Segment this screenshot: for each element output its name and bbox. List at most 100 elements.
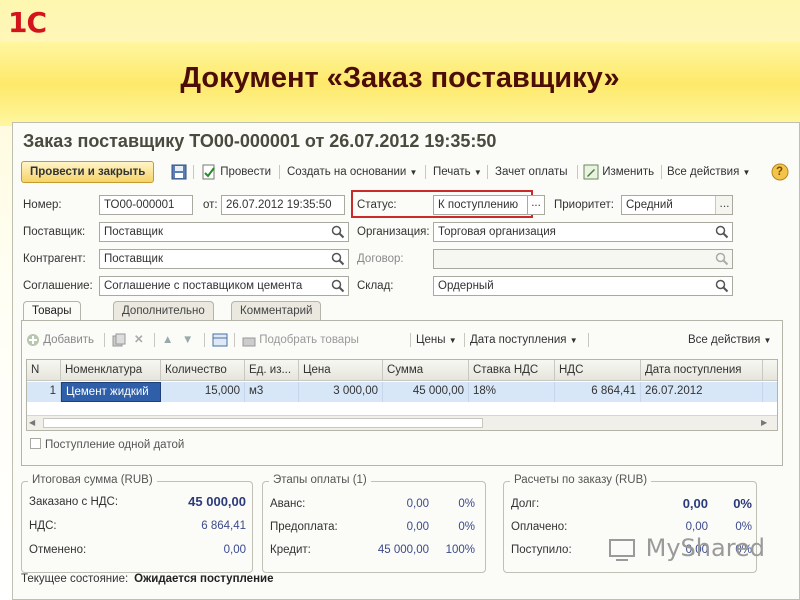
cell-item[interactable]: Цемент жидкий — [61, 382, 161, 402]
copy-row-button[interactable] — [112, 329, 126, 351]
advance-pct: 0% — [458, 498, 475, 510]
debt-amount: 0,00 — [682, 496, 708, 511]
watermark: MyShared — [608, 534, 765, 562]
warehouse-field[interactable]: Ордерный — [433, 276, 733, 296]
priority-label: Приоритет: — [554, 199, 614, 211]
dropdown-arrow-icon: ▼ — [448, 336, 457, 345]
pick-goods-button[interactable]: Подобрать товары — [242, 329, 359, 351]
post-button[interactable]: Провести — [201, 161, 271, 183]
agreement-value: Соглашение с поставщиком цемента — [104, 280, 303, 292]
col-sum[interactable]: Сумма — [383, 360, 469, 381]
ordered-value: 45 000,00 — [188, 494, 246, 509]
horizontal-scrollbar[interactable]: ◀ ▶ — [27, 415, 777, 430]
paid-pct: 0% — [735, 521, 752, 533]
goods-panel: Добавить ✕ ▲ ▼ Подобрать товары Цены ▼ Д… — [21, 320, 783, 466]
priority-field[interactable]: Средний ... — [621, 195, 733, 215]
edit-label: Изменить — [602, 166, 655, 178]
col-unit[interactable]: Ед. из... — [245, 360, 299, 381]
post-and-close-button[interactable]: Провести и закрыть — [21, 161, 155, 183]
col-quantity[interactable]: Количество — [161, 360, 245, 381]
separator — [234, 333, 235, 347]
contract-field[interactable] — [433, 249, 733, 269]
col-vat[interactable]: НДС — [555, 360, 641, 381]
col-n[interactable]: N — [27, 360, 61, 381]
search-icon[interactable] — [331, 279, 345, 293]
advance-amount: 0,00 — [406, 498, 429, 510]
col-price[interactable]: Цена — [299, 360, 383, 381]
goods-table[interactable]: N Номенклатура Количество Ед. из... Цена… — [26, 359, 778, 431]
table-row[interactable]: 1 Цемент жидкий 15,000 м3 3 000,00 45 00… — [27, 382, 777, 402]
tab-additional[interactable]: Дополнительно — [113, 301, 214, 321]
supplier-field[interactable]: Поставщик — [99, 222, 349, 242]
arrow-down-icon: ▼ — [182, 334, 194, 346]
help-glyph: ? — [776, 166, 784, 178]
date-field[interactable]: 26.07.2012 19:35:50 — [221, 195, 345, 215]
all-actions-menu[interactable]: Все действия ▼ — [667, 161, 750, 183]
delete-row-button[interactable]: ✕ — [134, 329, 144, 351]
print-menu[interactable]: Печать ▼ — [433, 161, 482, 183]
tab-comment[interactable]: Комментарий — [231, 301, 322, 321]
floppy-disk-icon — [171, 164, 187, 180]
priority-choose-button[interactable]: ... — [715, 196, 732, 214]
receipt-date-menu[interactable]: Дата поступления ▼ — [470, 329, 578, 351]
separator — [193, 165, 194, 179]
save-button[interactable] — [171, 161, 187, 183]
scroll-left-icon[interactable]: ◀ — [29, 417, 41, 429]
scroll-right-icon[interactable]: ▶ — [761, 417, 773, 429]
col-item[interactable]: Номенклатура — [61, 360, 161, 381]
number-field[interactable]: ТО00-000001 — [99, 195, 193, 215]
single-date-label: Поступление одной датой — [45, 439, 185, 451]
organization-field[interactable]: Торговая организация — [433, 222, 733, 242]
status-field[interactable]: К поступлению — [433, 195, 529, 215]
payment-offset-button[interactable]: Зачет оплаты — [495, 161, 568, 183]
single-date-checkbox[interactable]: Поступление одной датой — [30, 438, 184, 451]
separator — [464, 333, 465, 347]
counterparty-field[interactable]: Поставщик — [99, 249, 349, 269]
tab-goods[interactable]: Товары (1) — [23, 301, 81, 335]
scroll-thumb[interactable] — [43, 418, 483, 428]
edit-button[interactable]: Изменить — [583, 161, 654, 183]
create-based-label: Создать на основании — [287, 166, 407, 178]
move-down-button[interactable]: ▼ — [182, 329, 193, 351]
credit-label: Кредит: — [270, 544, 311, 556]
post-label: Провести — [220, 166, 272, 178]
totals-title: Итоговая сумма (RUB) — [28, 474, 157, 486]
goods-all-actions-menu[interactable]: Все действия ▼ — [688, 329, 771, 351]
cell-sum: 45 000,00 — [383, 382, 469, 402]
fill-button[interactable] — [212, 329, 228, 351]
all-actions-label: Все действия — [667, 166, 740, 178]
move-up-button[interactable]: ▲ — [162, 329, 173, 351]
separator — [204, 333, 205, 347]
checkbox-box[interactable] — [30, 438, 41, 449]
warehouse-value: Ордерный — [438, 280, 494, 292]
date-label: от: — [203, 199, 218, 211]
separator — [279, 165, 280, 179]
col-vat-rate[interactable]: Ставка НДС — [469, 360, 555, 381]
totals-group: Итоговая сумма (RUB) Заказано с НДС: 45 … — [21, 474, 253, 573]
search-icon[interactable] — [715, 279, 729, 293]
search-icon[interactable] — [331, 225, 345, 239]
received-label: Поступило: — [511, 544, 572, 556]
help-button[interactable]: ? — [771, 161, 789, 183]
separator — [154, 333, 155, 347]
agreement-field[interactable]: Соглашение с поставщиком цемента — [99, 276, 349, 296]
search-icon[interactable] — [715, 252, 729, 266]
add-row-button[interactable]: Добавить — [26, 329, 94, 351]
separator — [104, 333, 105, 347]
current-state-value: Ожидается поступление — [134, 573, 274, 585]
dropdown-arrow-icon: ▼ — [763, 336, 772, 345]
post-document-icon — [202, 164, 215, 180]
col-receipt-date[interactable]: Дата поступления — [641, 360, 763, 381]
print-label: Печать — [433, 166, 471, 178]
add-icon — [27, 333, 39, 346]
search-icon[interactable] — [715, 225, 729, 239]
cancelled-label: Отменено: — [29, 544, 87, 556]
supplier-label: Поставщик: — [23, 226, 86, 238]
table-fill-icon — [212, 333, 228, 347]
search-icon[interactable] — [331, 252, 345, 266]
prices-menu[interactable]: Цены ▼ — [416, 329, 457, 351]
status-choose-button[interactable]: ... — [527, 195, 545, 215]
create-based-on-menu[interactable]: Создать на основании ▼ — [287, 161, 417, 183]
dropdown-arrow-icon: ▼ — [569, 336, 578, 345]
settlements-title: Расчеты по заказу (RUB) — [510, 474, 652, 486]
